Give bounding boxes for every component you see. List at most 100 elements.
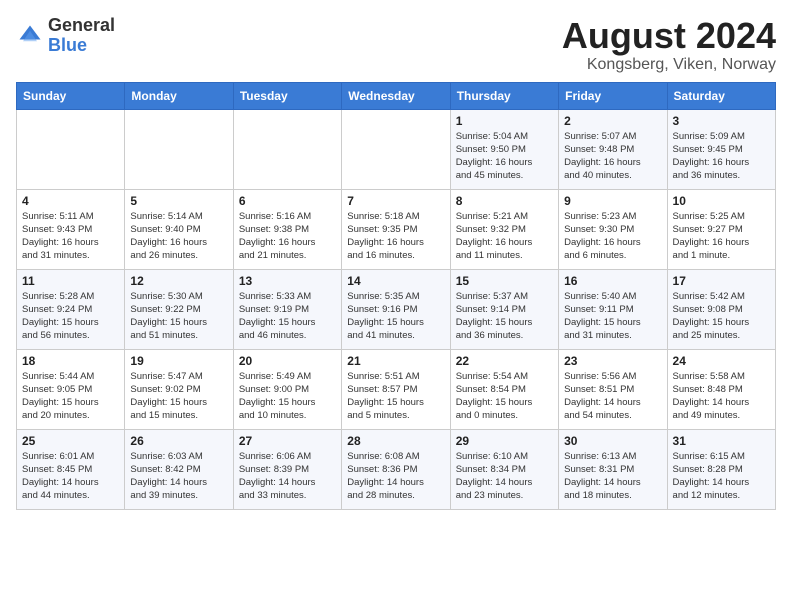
- calendar-cell: [233, 109, 341, 189]
- day-number: 16: [564, 274, 661, 288]
- calendar-cell: 2 Sunrise: 5:07 AM Sunset: 9:48 PM Daylig…: [559, 109, 667, 189]
- day-number: 18: [22, 354, 119, 368]
- day-number: 14: [347, 274, 444, 288]
- day-number: 10: [673, 194, 770, 208]
- day-number: 8: [456, 194, 553, 208]
- calendar-cell: 16 Sunrise: 5:40 AM Sunset: 9:11 PM Dayli…: [559, 269, 667, 349]
- calendar-cell: 26Sunrise: 6:03 AM Sunset: 8:42 PM Dayli…: [125, 429, 233, 509]
- calendar-cell: 21Sunrise: 5:51 AM Sunset: 8:57 PM Dayli…: [342, 349, 450, 429]
- page-header: General Blue August 2024 Kongsberg, Vike…: [16, 16, 776, 74]
- day-number: 15: [456, 274, 553, 288]
- day-number: 1: [456, 114, 553, 128]
- day-number: 12: [130, 274, 227, 288]
- calendar-row: 4Sunrise: 5:11 AM Sunset: 9:43 PM Daylig…: [17, 189, 776, 269]
- calendar-header-cell: Sunday: [17, 82, 125, 109]
- calendar-cell: 8Sunrise: 5:21 AM Sunset: 9:32 PM Daylig…: [450, 189, 558, 269]
- logo: General Blue: [16, 16, 115, 56]
- day-number: 3: [673, 114, 770, 128]
- calendar-table: SundayMondayTuesdayWednesdayThursdayFrid…: [16, 82, 776, 510]
- day-number: 20: [239, 354, 336, 368]
- day-detail: Sunrise: 6:06 AM Sunset: 8:39 PM Dayligh…: [239, 450, 336, 503]
- day-detail: Sunrise: 5:47 AM Sunset: 9:02 PM Dayligh…: [130, 370, 227, 423]
- calendar-cell: 14 Sunrise: 5:35 AM Sunset: 9:16 PM Dayli…: [342, 269, 450, 349]
- calendar-cell: 17 Sunrise: 5:42 AM Sunset: 9:08 PM Dayli…: [667, 269, 775, 349]
- day-number: 28: [347, 434, 444, 448]
- day-detail: Sunrise: 5:09 AM Sunset: 9:45 PM Dayligh…: [673, 130, 770, 183]
- calendar-cell: 23Sunrise: 5:56 AM Sunset: 8:51 PM Dayli…: [559, 349, 667, 429]
- calendar-cell: 18 Sunrise: 5:44 AM Sunset: 9:05 PM Dayli…: [17, 349, 125, 429]
- day-detail: Sunrise: 5:18 AM Sunset: 9:35 PM Dayligh…: [347, 210, 444, 263]
- title-area: August 2024 Kongsberg, Viken, Norway: [562, 16, 776, 74]
- day-detail: Sunrise: 5:14 AM Sunset: 9:40 PM Dayligh…: [130, 210, 227, 263]
- calendar-cell: 20 Sunrise: 5:49 AM Sunset: 9:00 PM Dayli…: [233, 349, 341, 429]
- day-number: 19: [130, 354, 227, 368]
- calendar-cell: 3 Sunrise: 5:09 AM Sunset: 9:45 PM Daylig…: [667, 109, 775, 189]
- day-detail: Sunrise: 5:40 AM Sunset: 9:11 PM Dayligh…: [564, 290, 661, 343]
- calendar-header-row: SundayMondayTuesdayWednesdayThursdayFrid…: [17, 82, 776, 109]
- calendar-cell: 27 Sunrise: 6:06 AM Sunset: 8:39 PM Dayli…: [233, 429, 341, 509]
- calendar-header-cell: Thursday: [450, 82, 558, 109]
- calendar-header-cell: Monday: [125, 82, 233, 109]
- day-detail: Sunrise: 5:58 AM Sunset: 8:48 PM Dayligh…: [673, 370, 770, 423]
- calendar-header-cell: Friday: [559, 82, 667, 109]
- day-detail: Sunrise: 5:42 AM Sunset: 9:08 PM Dayligh…: [673, 290, 770, 343]
- day-number: 6: [239, 194, 336, 208]
- day-detail: Sunrise: 5:44 AM Sunset: 9:05 PM Dayligh…: [22, 370, 119, 423]
- day-detail: Sunrise: 5:28 AM Sunset: 9:24 PM Dayligh…: [22, 290, 119, 343]
- day-number: 7: [347, 194, 444, 208]
- day-detail: Sunrise: 5:51 AM Sunset: 8:57 PM Dayligh…: [347, 370, 444, 423]
- day-number: 17: [673, 274, 770, 288]
- calendar-cell: 10 Sunrise: 5:25 AM Sunset: 9:27 PM Dayli…: [667, 189, 775, 269]
- calendar-row: 18 Sunrise: 5:44 AM Sunset: 9:05 PM Dayli…: [17, 349, 776, 429]
- day-number: 13: [239, 274, 336, 288]
- day-detail: Sunrise: 5:35 AM Sunset: 9:16 PM Dayligh…: [347, 290, 444, 343]
- logo-blue-text: Blue: [48, 35, 87, 55]
- day-detail: Sunrise: 5:04 AM Sunset: 9:50 PM Dayligh…: [456, 130, 553, 183]
- page-title: August 2024: [562, 16, 776, 56]
- day-number: 22: [456, 354, 553, 368]
- calendar-cell: 5 Sunrise: 5:14 AM Sunset: 9:40 PM Daylig…: [125, 189, 233, 269]
- day-detail: Sunrise: 5:49 AM Sunset: 9:00 PM Dayligh…: [239, 370, 336, 423]
- calendar-row: 11Sunrise: 5:28 AM Sunset: 9:24 PM Dayli…: [17, 269, 776, 349]
- day-detail: Sunrise: 6:08 AM Sunset: 8:36 PM Dayligh…: [347, 450, 444, 503]
- day-detail: Sunrise: 6:03 AM Sunset: 8:42 PM Dayligh…: [130, 450, 227, 503]
- day-number: 25: [22, 434, 119, 448]
- day-detail: Sunrise: 5:37 AM Sunset: 9:14 PM Dayligh…: [456, 290, 553, 343]
- calendar-cell: 28 Sunrise: 6:08 AM Sunset: 8:36 PM Dayli…: [342, 429, 450, 509]
- calendar-body: 1 Sunrise: 5:04 AM Sunset: 9:50 PM Daylig…: [17, 109, 776, 509]
- day-number: 27: [239, 434, 336, 448]
- day-detail: Sunrise: 5:54 AM Sunset: 8:54 PM Dayligh…: [456, 370, 553, 423]
- calendar-header-cell: Saturday: [667, 82, 775, 109]
- calendar-cell: 24 Sunrise: 5:58 AM Sunset: 8:48 PM Dayli…: [667, 349, 775, 429]
- calendar-cell: 31Sunrise: 6:15 AM Sunset: 8:28 PM Dayli…: [667, 429, 775, 509]
- calendar-cell: 13 Sunrise: 5:33 AM Sunset: 9:19 PM Dayli…: [233, 269, 341, 349]
- calendar-header-cell: Wednesday: [342, 82, 450, 109]
- day-detail: Sunrise: 5:33 AM Sunset: 9:19 PM Dayligh…: [239, 290, 336, 343]
- calendar-cell: [342, 109, 450, 189]
- calendar-cell: 12Sunrise: 5:30 AM Sunset: 9:22 PM Dayli…: [125, 269, 233, 349]
- calendar-cell: [17, 109, 125, 189]
- day-number: 24: [673, 354, 770, 368]
- day-detail: Sunrise: 6:15 AM Sunset: 8:28 PM Dayligh…: [673, 450, 770, 503]
- day-detail: Sunrise: 5:23 AM Sunset: 9:30 PM Dayligh…: [564, 210, 661, 263]
- calendar-cell: 9 Sunrise: 5:23 AM Sunset: 9:30 PM Daylig…: [559, 189, 667, 269]
- logo-icon: [16, 22, 44, 50]
- day-detail: Sunrise: 5:56 AM Sunset: 8:51 PM Dayligh…: [564, 370, 661, 423]
- day-detail: Sunrise: 5:11 AM Sunset: 9:43 PM Dayligh…: [22, 210, 119, 263]
- day-detail: Sunrise: 6:01 AM Sunset: 8:45 PM Dayligh…: [22, 450, 119, 503]
- day-number: 2: [564, 114, 661, 128]
- calendar-cell: 30Sunrise: 6:13 AM Sunset: 8:31 PM Dayli…: [559, 429, 667, 509]
- calendar-cell: [125, 109, 233, 189]
- day-detail: Sunrise: 5:25 AM Sunset: 9:27 PM Dayligh…: [673, 210, 770, 263]
- calendar-cell: 22 Sunrise: 5:54 AM Sunset: 8:54 PM Dayli…: [450, 349, 558, 429]
- calendar-cell: 19 Sunrise: 5:47 AM Sunset: 9:02 PM Dayli…: [125, 349, 233, 429]
- day-detail: Sunrise: 6:13 AM Sunset: 8:31 PM Dayligh…: [564, 450, 661, 503]
- calendar-cell: 1 Sunrise: 5:04 AM Sunset: 9:50 PM Daylig…: [450, 109, 558, 189]
- day-detail: Sunrise: 5:07 AM Sunset: 9:48 PM Dayligh…: [564, 130, 661, 183]
- day-detail: Sunrise: 5:16 AM Sunset: 9:38 PM Dayligh…: [239, 210, 336, 263]
- day-number: 5: [130, 194, 227, 208]
- calendar-header-cell: Tuesday: [233, 82, 341, 109]
- day-number: 9: [564, 194, 661, 208]
- logo-general-text: General: [48, 15, 115, 35]
- calendar-cell: 7 Sunrise: 5:18 AM Sunset: 9:35 PM Daylig…: [342, 189, 450, 269]
